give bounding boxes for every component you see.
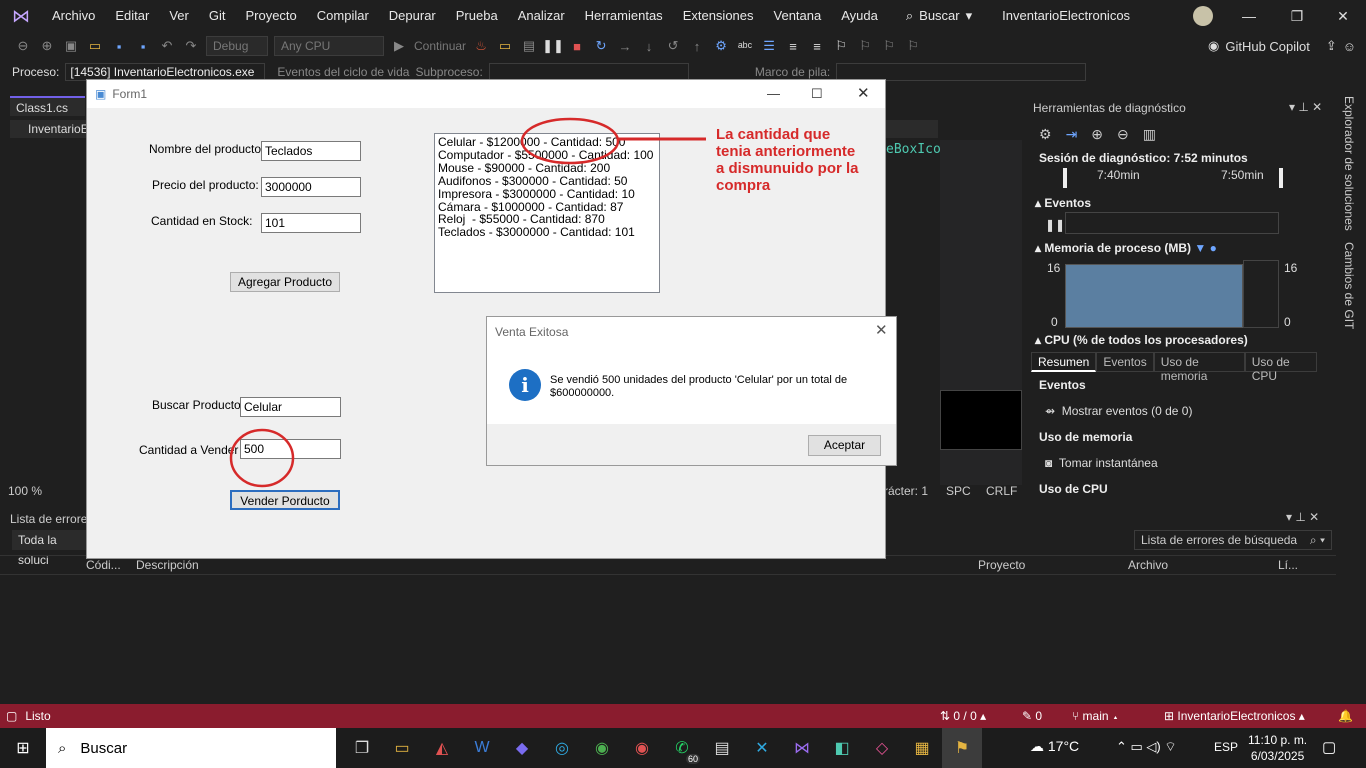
msgbox-footer: Aceptar	[487, 424, 896, 465]
accept-button[interactable]: Aceptar	[808, 435, 881, 456]
info-icon: i	[509, 369, 541, 401]
annotation-text: La cantidad que tenia anteriormente a di…	[716, 126, 859, 194]
annotation-circle-list	[520, 117, 620, 165]
msgbox-message: Se vendió 500 unidades del producto 'Cel…	[550, 374, 848, 399]
annotation-circle-qty	[229, 428, 295, 488]
msgbox-close-icon[interactable]: ✕	[875, 321, 888, 339]
msgbox-title: Venta Exitosa	[495, 325, 569, 339]
message-box: Venta Exitosa ✕ i Se vendió 500 unidades…	[486, 316, 897, 466]
